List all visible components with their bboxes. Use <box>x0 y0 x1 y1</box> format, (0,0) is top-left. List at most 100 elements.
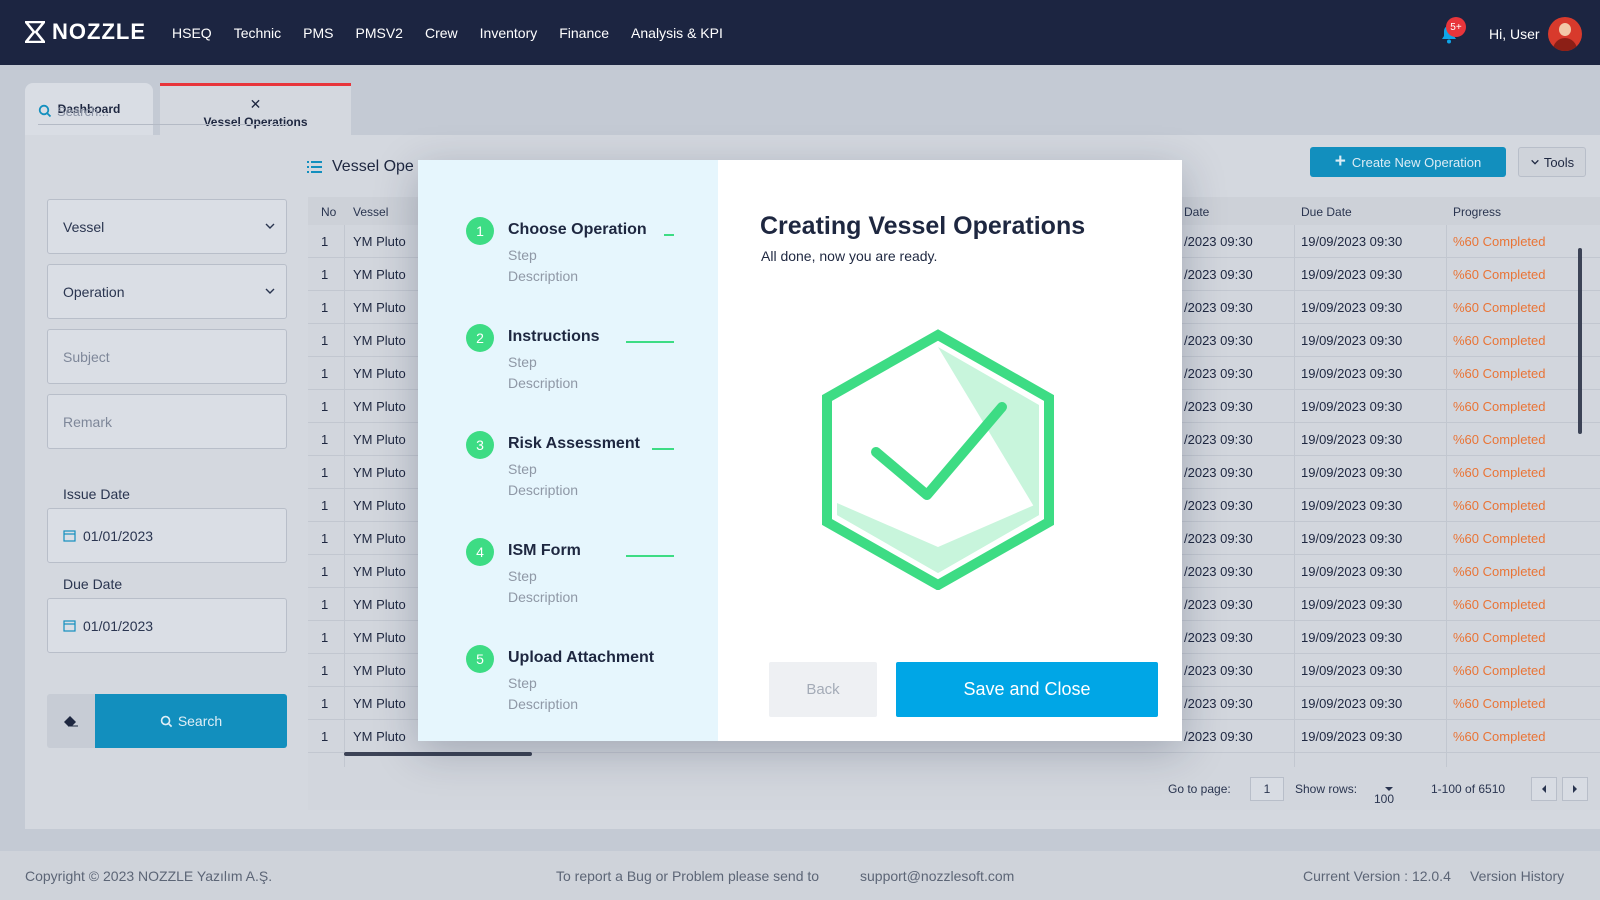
calendar-icon <box>63 530 76 542</box>
logo-icon <box>25 21 45 43</box>
vessel-select-value: Vessel <box>63 218 105 235</box>
footer-version: Current Version : 12.0.4 <box>1303 868 1451 884</box>
nav-item-technic[interactable]: Technic <box>234 25 281 41</box>
col-vessel[interactable]: Vessel <box>353 205 388 219</box>
clear-filters-button[interactable] <box>47 694 95 748</box>
nav-item-inventory[interactable]: Inventory <box>480 25 538 41</box>
search-icon <box>38 104 52 118</box>
cell-date: /2023 09:30 <box>1184 564 1253 579</box>
chevron-down-icon <box>1531 159 1539 165</box>
cell-vessel: YM Pluto <box>353 366 406 381</box>
cell-no: 1 <box>321 432 329 447</box>
step-description: Description <box>508 482 579 498</box>
show-rows-label: Show rows: <box>1295 782 1358 796</box>
cell-no: 1 <box>321 696 329 711</box>
wizard-steps: 1 Choose Operation Step Description 2 In… <box>418 160 718 741</box>
search-placeholder: Search... <box>57 103 110 119</box>
notification-badge: 5+ <box>1446 17 1466 37</box>
cell-date: /2023 09:30 <box>1184 663 1253 678</box>
due-date-field[interactable]: 01/01/2023 <box>47 598 287 653</box>
issue-date-field[interactable]: 01/01/2023 <box>47 508 287 563</box>
operation-select[interactable]: Operation <box>47 264 287 319</box>
step-connector <box>664 234 674 236</box>
cell-due-date: 19/09/2023 09:30 <box>1301 432 1403 447</box>
col-due-date[interactable]: Due Date <box>1301 205 1352 219</box>
step-description: Description <box>508 696 579 712</box>
col-date[interactable]: Date <box>1184 205 1209 219</box>
back-button[interactable]: Back <box>769 662 877 717</box>
cell-vessel: YM Pluto <box>353 597 406 612</box>
step-title: Risk Assessment <box>508 435 640 452</box>
brand-logo[interactable]: NOZZLE <box>25 19 146 45</box>
modal-title: Creating Vessel Operations <box>760 212 1086 240</box>
nav-item-pms[interactable]: PMS <box>303 25 333 41</box>
col-progress[interactable]: Progress <box>1453 205 1501 219</box>
cell-due-date: 19/09/2023 09:30 <box>1301 333 1403 348</box>
operation-select-value: Operation <box>63 283 125 300</box>
page-number-input[interactable]: 1 <box>1250 777 1284 801</box>
footer-support-email[interactable]: support@nozzlesoft.com <box>860 868 1014 884</box>
rows-per-page-value: 100 <box>1374 792 1395 806</box>
step-number: 2 <box>466 324 494 352</box>
tools-button[interactable]: Tools <box>1518 147 1586 177</box>
cell-date: /2023 09:30 <box>1184 696 1253 711</box>
footer-version-history-link[interactable]: Version History <box>1470 868 1564 884</box>
cell-date: /2023 09:30 <box>1184 300 1253 315</box>
cell-due-date: 19/09/2023 09:30 <box>1301 267 1403 282</box>
vessel-select[interactable]: Vessel <box>47 199 287 254</box>
tools-button-label: Tools <box>1543 154 1575 170</box>
cell-progress: %60 Completed <box>1453 630 1546 645</box>
cell-no: 1 <box>321 531 329 546</box>
nav-item-pmsv2[interactable]: PMSV2 <box>356 25 403 41</box>
search-input[interactable]: Search... <box>38 98 288 125</box>
subject-field[interactable]: Subject <box>47 329 287 384</box>
step-number: 3 <box>466 431 494 459</box>
cell-date: /2023 09:30 <box>1184 729 1253 744</box>
rows-per-page-select[interactable]: 100 <box>1374 777 1420 806</box>
cell-progress: %60 Completed <box>1453 366 1546 381</box>
nav-item-crew[interactable]: Crew <box>425 25 458 41</box>
cell-progress: %60 Completed <box>1453 564 1546 579</box>
nav-item-finance[interactable]: Finance <box>559 25 609 41</box>
step-number: 5 <box>466 645 494 673</box>
col-no[interactable]: No <box>321 205 336 219</box>
cell-date: /2023 09:30 <box>1184 366 1253 381</box>
avatar[interactable] <box>1548 17 1582 51</box>
cell-no: 1 <box>321 465 329 480</box>
vertical-scrollbar[interactable] <box>1578 248 1582 434</box>
nav-item-hseq[interactable]: HSEQ <box>172 25 212 41</box>
footer-report-text: To report a Bug or Problem please send t… <box>556 868 820 884</box>
cell-no: 1 <box>321 564 329 579</box>
cell-no: 1 <box>321 630 329 645</box>
cell-progress: %60 Completed <box>1453 267 1546 282</box>
list-icon <box>307 161 322 173</box>
cell-no: 1 <box>321 366 329 381</box>
next-page-button[interactable] <box>1562 777 1588 801</box>
cell-vessel: YM Pluto <box>353 465 406 480</box>
search-button[interactable]: Search <box>95 694 287 748</box>
step-title: ISM Form <box>508 542 581 559</box>
prev-page-button[interactable] <box>1531 777 1557 801</box>
create-new-operation-button[interactable]: + Create New Operation <box>1310 147 1506 177</box>
cell-date: /2023 09:30 <box>1184 267 1253 282</box>
cell-progress: %60 Completed <box>1453 234 1546 249</box>
cell-no: 1 <box>321 234 329 249</box>
save-and-close-button[interactable]: Save and Close <box>896 662 1158 717</box>
cell-date: /2023 09:30 <box>1184 234 1253 249</box>
cell-progress: %60 Completed <box>1453 432 1546 447</box>
footer-copyright: Copyright © 2023 NOZZLE Yazılım A.Ş. <box>25 868 273 884</box>
cell-progress: %60 Completed <box>1453 465 1546 480</box>
cell-date: /2023 09:30 <box>1184 399 1253 414</box>
cell-due-date: 19/09/2023 09:30 <box>1301 300 1403 315</box>
remark-field[interactable]: Remark <box>47 394 287 449</box>
step-number: 4 <box>466 538 494 566</box>
horizontal-scrollbar[interactable] <box>344 752 532 756</box>
nav-item-analysis-kpi[interactable]: Analysis & KPI <box>631 25 723 41</box>
cell-date: /2023 09:30 <box>1184 432 1253 447</box>
cell-vessel: YM Pluto <box>353 267 406 282</box>
cell-no: 1 <box>321 267 329 282</box>
search-button-label: Search <box>177 713 223 729</box>
calendar-icon <box>63 620 76 632</box>
create-new-operation-label: Create New Operation <box>1351 154 1482 170</box>
step-title: Upload Attachment <box>508 649 655 666</box>
